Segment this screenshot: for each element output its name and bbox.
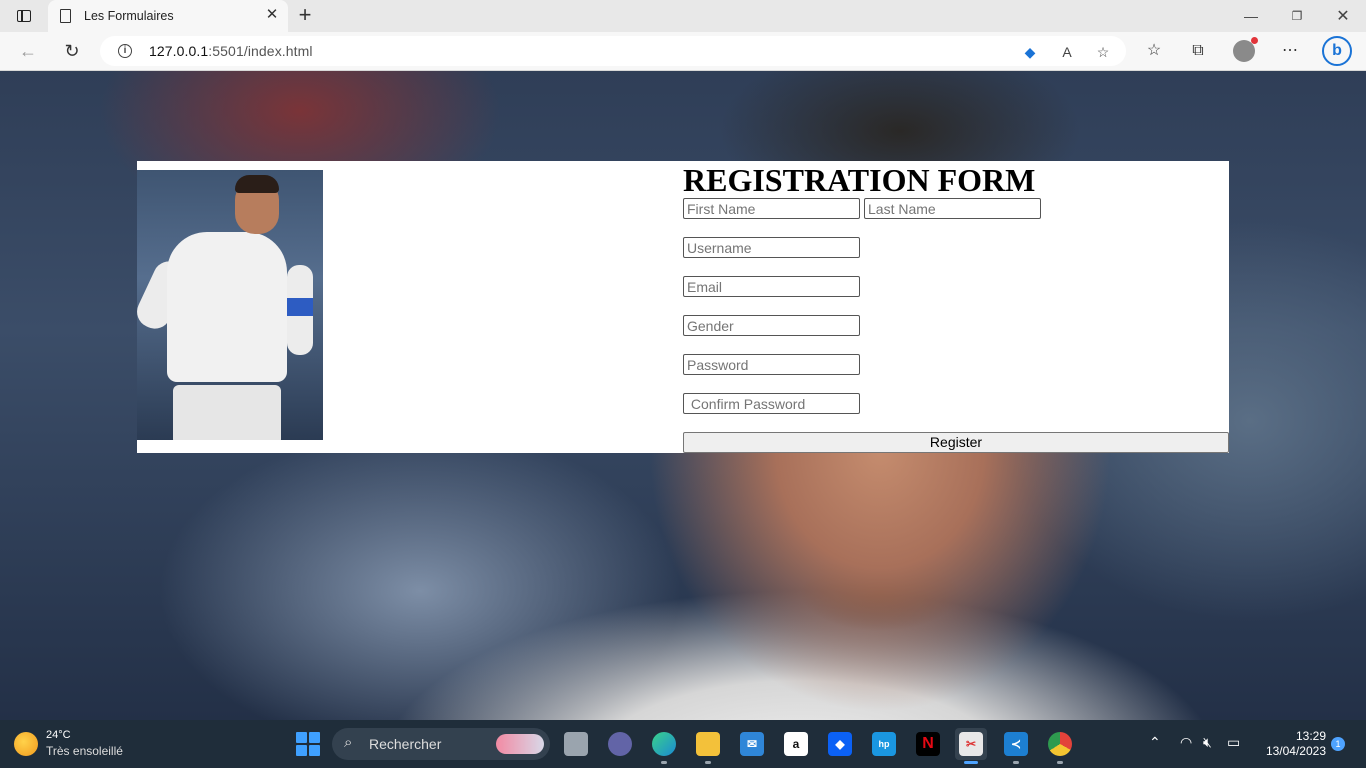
weather-temperature: 24°C (46, 729, 71, 741)
myhp-icon: hp (872, 732, 896, 756)
wifi-icon[interactable]: ◠ (1180, 734, 1192, 751)
start-tile (309, 732, 320, 743)
tab-actions-button[interactable] (8, 4, 40, 28)
email-input[interactable] (683, 276, 860, 297)
myhp-app-icon[interactable]: hp (868, 728, 900, 760)
running-indicator (964, 761, 978, 764)
favorites-icon[interactable]: ☆ (1140, 38, 1168, 64)
start-tile (309, 745, 320, 756)
register-button[interactable]: Register (683, 432, 1229, 453)
start-tile (296, 745, 307, 756)
start-tile (296, 732, 307, 743)
player-photo (137, 170, 323, 440)
restore-button[interactable]: ❐ (1274, 0, 1320, 32)
volume-muted-icon[interactable]: 🔇︎ (1203, 734, 1212, 751)
search-icon: ⌕ (344, 734, 353, 751)
system-clock[interactable]: 13:29 13/04/2023 (1258, 729, 1326, 759)
photo-shirt (167, 232, 287, 382)
url-host: 127.0.0.1 (149, 43, 209, 59)
page-viewport: REGISTRATION FORM Register (0, 71, 1366, 720)
refresh-icon[interactable]: ↻ (58, 38, 86, 64)
site-info-icon[interactable]: i (118, 44, 132, 58)
back-icon[interactable]: ← (14, 38, 42, 64)
address-bar: ← ↻ i 127.0.0.1:5501/index.html ◆ A ☆ ☆ … (0, 32, 1366, 71)
weather-sun-icon (14, 732, 38, 756)
weather-widget[interactable]: 24°C Très ensoleillé (14, 728, 123, 759)
minimize-button[interactable]: — (1228, 0, 1274, 32)
dropbox-icon: ◆ (828, 732, 852, 756)
more-options-icon[interactable]: ⋯ (1276, 38, 1304, 64)
snipping-tool-app-icon[interactable]: ✂ (955, 728, 987, 764)
edge-app-icon[interactable] (648, 728, 680, 764)
registration-form: REGISTRATION FORM Register (683, 161, 1229, 453)
taskview-app-icon[interactable] (560, 728, 592, 760)
running-indicator (1013, 761, 1019, 764)
taskbar-search[interactable]: ⌕ Rechercher (332, 728, 550, 760)
mail-icon: ✉ (740, 732, 764, 756)
registration-card: REGISTRATION FORM Register (137, 161, 1229, 453)
tab-actions-icon (17, 10, 31, 22)
search-highlight-image (496, 734, 544, 754)
bing-chat-icon[interactable]: b (1322, 36, 1352, 66)
confirm-password-input[interactable] (683, 393, 860, 414)
file-explorer-app-icon[interactable] (692, 728, 724, 764)
clock-date: 13/04/2023 (1265, 744, 1326, 758)
weather-text: 24°C Très ensoleillé (46, 728, 123, 759)
form-title: REGISTRATION FORM (683, 162, 1036, 198)
folder-icon (696, 732, 720, 756)
chrome-app-icon[interactable] (1044, 728, 1076, 764)
amazon-app-icon[interactable]: a (780, 728, 812, 760)
dropbox-app-icon[interactable]: ◆ (824, 728, 856, 760)
teams-app-icon[interactable] (604, 728, 636, 760)
read-aloud-icon[interactable]: A (1057, 42, 1077, 62)
url-field[interactable]: i 127.0.0.1:5501/index.html ◆ A ☆ (100, 36, 1126, 66)
mail-app-icon[interactable]: ✉ (736, 728, 768, 760)
last-name-input[interactable] (864, 198, 1041, 219)
photo-armband (287, 298, 313, 316)
gender-input[interactable] (683, 315, 860, 336)
profile-avatar[interactable] (1233, 37, 1258, 62)
tab-title: Les Formulaires (84, 9, 174, 23)
username-input[interactable] (683, 237, 860, 258)
url-text: 127.0.0.1:5501/index.html (149, 43, 313, 59)
tab-bar: Les Formulaires ✕ + — ❐ ✕ (0, 0, 1366, 32)
first-name-input[interactable] (683, 198, 860, 219)
new-tab-button[interactable]: + (292, 4, 318, 28)
close-tab-icon[interactable]: ✕ (264, 7, 280, 23)
shopping-tag-icon[interactable]: ◆ (1020, 42, 1040, 62)
chevron-up-icon[interactable]: ⌃ (1149, 734, 1161, 751)
vscode-app-icon[interactable]: ≺ (1000, 728, 1032, 764)
close-window-button[interactable]: ✕ (1320, 0, 1366, 32)
add-favorite-icon[interactable]: ☆ (1093, 42, 1113, 62)
running-indicator (705, 761, 711, 764)
edge-icon (652, 732, 676, 756)
snipping-tool-icon: ✂ (959, 732, 983, 756)
start-button[interactable] (296, 732, 320, 756)
password-input[interactable] (683, 354, 860, 375)
browser-tab[interactable]: Les Formulaires ✕ (48, 0, 288, 32)
taskbar: 24°C Très ensoleillé ⌕ Rechercher ✉ a ◆ … (0, 720, 1366, 768)
page-icon (60, 9, 71, 23)
photo-hair (235, 175, 279, 193)
collections-icon[interactable]: ⧉ (1184, 38, 1212, 64)
running-indicator (661, 761, 667, 764)
photo-shorts (173, 385, 281, 440)
url-path: :5501/index.html (208, 43, 313, 59)
weather-condition: Très ensoleillé (46, 744, 123, 758)
netflix-app-icon[interactable]: N (912, 728, 944, 760)
amazon-icon: a (784, 732, 808, 756)
notification-badge[interactable]: 1 (1331, 737, 1345, 751)
task-view-icon (564, 732, 588, 756)
clock-time: 13:29 (1295, 729, 1326, 743)
netflix-icon: N (916, 732, 940, 756)
search-label: Rechercher (369, 736, 442, 752)
battery-icon[interactable]: ▭ (1227, 734, 1240, 751)
teams-icon (608, 732, 632, 756)
chrome-icon (1048, 732, 1072, 756)
vscode-icon: ≺ (1004, 732, 1028, 756)
running-indicator (1057, 761, 1063, 764)
